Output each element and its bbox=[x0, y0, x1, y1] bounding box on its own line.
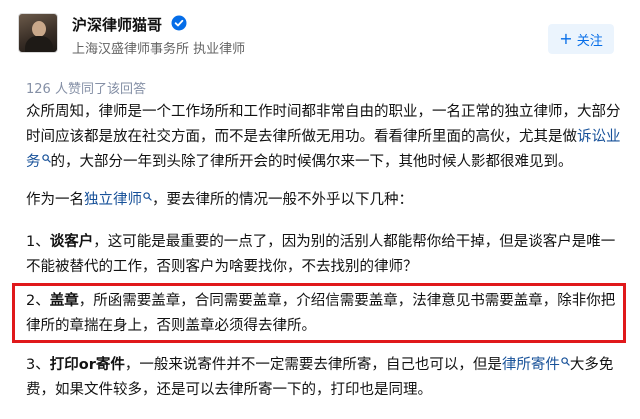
author-bio: 上海汉盛律师事务所 执业律师 bbox=[72, 42, 246, 57]
paragraph-text: 的，大部分一年到头除了律所开会的时候偶尔来一下，其他时候人影都很难见到。 bbox=[50, 154, 573, 170]
paragraph-text: ，这可能是最重要的一点了，因为别的活别人都能帮你给干掉，但是谈客户是唯一不能被替… bbox=[26, 234, 616, 275]
keyword-link-text: 律所寄件 bbox=[501, 357, 560, 373]
paragraph-intro: 众所周知，律师是一个工作场所和工作时间都非常自由的职业，一名正常的独立律师，大部… bbox=[26, 100, 626, 175]
avatar-body bbox=[25, 36, 53, 52]
paragraph-text: 作为一名 bbox=[26, 192, 84, 208]
follow-button[interactable]: + 关注 bbox=[548, 24, 614, 54]
item-keyword-connector: or bbox=[78, 357, 96, 373]
search-icon bbox=[41, 154, 51, 163]
paragraph-lead: 作为一名独立律师 ，要去律所的情况一般不外乎以下几种： bbox=[26, 188, 626, 213]
paragraph-item-3: 3、打印or寄件，一般来说寄件并不一定需要去律所寄，自己也可以，但是律所寄件 大多… bbox=[26, 353, 626, 403]
keyword-link-firm-mailing[interactable]: 律所寄件 bbox=[502, 357, 570, 373]
upvote-summary: 126 人赞同了该回答 bbox=[26, 82, 146, 97]
paragraph-text: 众所周知，律师是一个工作场所和工作时间都非常自由的职业，一名正常的独立律师，大部… bbox=[26, 104, 621, 145]
item-number: 3、 bbox=[26, 357, 50, 373]
author-header: 沪深律师猫哥 上海汉盛律师事务所 执业律师 + 关注 bbox=[0, 0, 640, 66]
search-icon bbox=[561, 357, 570, 366]
paragraph-item-1: 1、谈客户，这可能是最重要的一点了，因为别的活别人都能帮你给干掉，但是谈客户是唯… bbox=[26, 230, 626, 280]
item-keyword: 谈客户 bbox=[49, 234, 94, 250]
keyword-link-text: 独立律师 bbox=[84, 192, 142, 208]
item-keyword: 盖章 bbox=[49, 293, 79, 309]
author-name[interactable]: 沪深律师猫哥 bbox=[72, 14, 162, 35]
search-icon bbox=[143, 192, 152, 201]
item-keyword: 打印 bbox=[49, 357, 79, 373]
paragraph-text: ，一般来说寄件并不一定需要去律所寄，自己也可以，但是 bbox=[124, 357, 502, 373]
answer-page: 沪深律师猫哥 上海汉盛律师事务所 执业律师 + 关注 126 人赞同了该回答 众… bbox=[0, 0, 640, 419]
avatar-face bbox=[32, 21, 46, 37]
paragraph-text: ，要去律所的情况一般不外乎以下几种： bbox=[152, 192, 413, 208]
verified-badge-icon bbox=[171, 15, 187, 31]
keyword-link-independent-lawyer[interactable]: 独立律师 bbox=[84, 192, 152, 208]
paragraph-text: ，所函需要盖章，合同需要盖章，介绍信需要盖章，法律意见书需要盖章，除非你把律所的… bbox=[26, 293, 616, 334]
plus-icon: + bbox=[559, 29, 573, 48]
item-number: 1、 bbox=[26, 234, 50, 250]
paragraph-item-2: 2、盖章，所函需要盖章，合同需要盖章，介绍信需要盖章，法律意见书需要盖章，除非你… bbox=[26, 289, 626, 339]
follow-button-label: 关注 bbox=[576, 33, 603, 49]
item-keyword: 寄件 bbox=[95, 357, 125, 373]
avatar[interactable] bbox=[18, 13, 58, 53]
item-number: 2、 bbox=[26, 293, 50, 309]
